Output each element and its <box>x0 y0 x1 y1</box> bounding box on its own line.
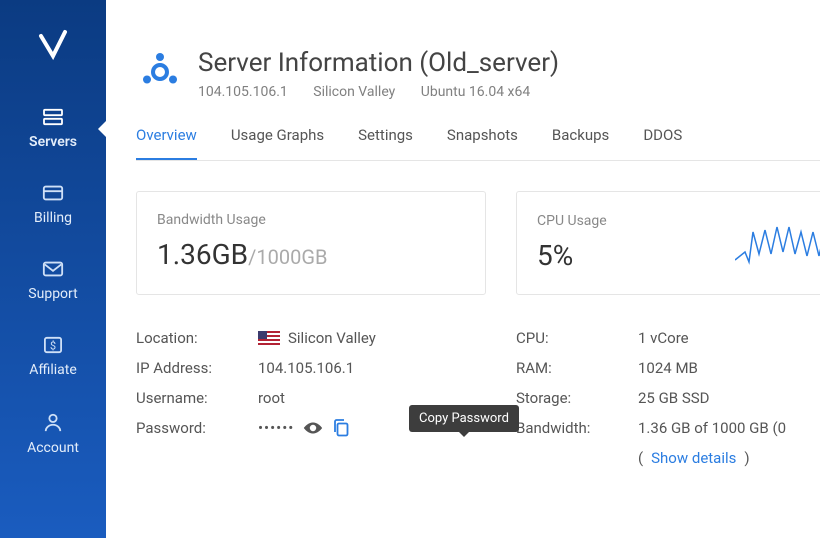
cpu-label: CPU: <box>516 329 638 347</box>
bandwidth-total: /1000GB <box>248 245 327 269</box>
cpu-sparkline <box>735 212 820 272</box>
sidebar-item-label: Affiliate <box>29 362 77 378</box>
sidebar-item-affiliate[interactable]: $ Affiliate <box>0 324 106 390</box>
logo <box>35 26 71 66</box>
sidebar-item-label: Account <box>27 440 79 456</box>
mail-icon <box>42 260 64 278</box>
main-content: Server Information (Old_server) 104.105.… <box>106 0 820 538</box>
tab-usage-graphs[interactable]: Usage Graphs <box>231 126 324 160</box>
ip-label: IP Address: <box>136 359 258 377</box>
reveal-password-button[interactable] <box>302 420 324 436</box>
sidebar-item-account[interactable]: Account <box>0 400 106 468</box>
cpu-value: 5% <box>537 239 607 272</box>
username-value: root <box>258 389 285 407</box>
tab-snapshots[interactable]: Snapshots <box>447 126 518 160</box>
cpu-title: CPU Usage <box>537 213 607 229</box>
details-left: Location: Silicon Valley IP Address: 104… <box>136 323 486 473</box>
username-label: Username: <box>136 389 258 407</box>
bandwidth-label: Bandwidth: <box>516 419 638 437</box>
sidebar-item-label: Servers <box>29 134 77 150</box>
storage-label: Storage: <box>516 389 638 407</box>
tab-ddos[interactable]: DDOS <box>643 126 682 160</box>
bandwidth-used: 1.36GB <box>157 238 248 271</box>
servers-icon <box>42 108 64 126</box>
ram-value: 1024 MB <box>638 359 698 377</box>
eye-icon <box>302 420 324 436</box>
bandwidth-card: Bandwidth Usage 1.36GB/1000GB <box>136 191 486 295</box>
show-details-close: ) <box>744 449 749 467</box>
sidebar-item-support[interactable]: Support <box>0 248 106 314</box>
details-right: CPU: 1 vCore RAM: 1024 MB Storage: 25 GB… <box>516 323 820 473</box>
show-details-open: ( <box>638 449 643 467</box>
location-label: Location: <box>136 329 258 347</box>
account-icon <box>42 412 64 432</box>
bandwidth-value-text: 1.36 GB of 1000 GB (0 <box>638 419 786 437</box>
password-masked: •••••• <box>258 419 294 437</box>
cpu-value-text: 1 vCore <box>638 329 689 347</box>
cpu-card: CPU Usage 5% <box>516 191 820 295</box>
dollar-icon: $ <box>42 336 64 354</box>
ubuntu-icon <box>136 48 184 96</box>
ram-label: RAM: <box>516 359 638 377</box>
password-label: Password: <box>136 419 258 437</box>
bandwidth-title: Bandwidth Usage <box>157 212 465 228</box>
header-os: Ubuntu 16.04 x64 <box>421 84 530 100</box>
sidebar-item-label: Support <box>28 286 77 302</box>
header-location: Silicon Valley <box>313 84 395 100</box>
sidebar-item-servers[interactable]: Servers <box>0 96 106 162</box>
sidebar-item-billing[interactable]: Billing <box>0 172 106 238</box>
copy-password-tooltip: Copy Password <box>409 405 519 432</box>
page-title: Server Information (Old_server) <box>198 48 559 78</box>
show-details-link[interactable]: Show details <box>651 449 736 467</box>
header: Server Information (Old_server) 104.105.… <box>136 48 820 100</box>
sidebar: Servers Billing Support $ Affiliate Acco… <box>0 0 106 538</box>
header-ip: 104.105.106.1 <box>198 84 288 100</box>
tab-overview[interactable]: Overview <box>136 126 197 160</box>
card-icon <box>42 184 64 202</box>
copy-icon <box>332 418 350 438</box>
svg-text:$: $ <box>50 340 56 353</box>
tab-settings[interactable]: Settings <box>358 126 413 160</box>
tab-bar: Overview Usage Graphs Settings Snapshots… <box>136 126 820 161</box>
us-flag-icon <box>258 331 280 345</box>
ip-value: 104.105.106.1 <box>258 359 354 377</box>
copy-password-button[interactable] <box>332 418 350 438</box>
sidebar-item-label: Billing <box>34 210 72 226</box>
tab-backups[interactable]: Backups <box>552 126 609 160</box>
storage-value: 25 GB SSD <box>638 389 710 407</box>
location-value: Silicon Valley <box>288 329 376 347</box>
